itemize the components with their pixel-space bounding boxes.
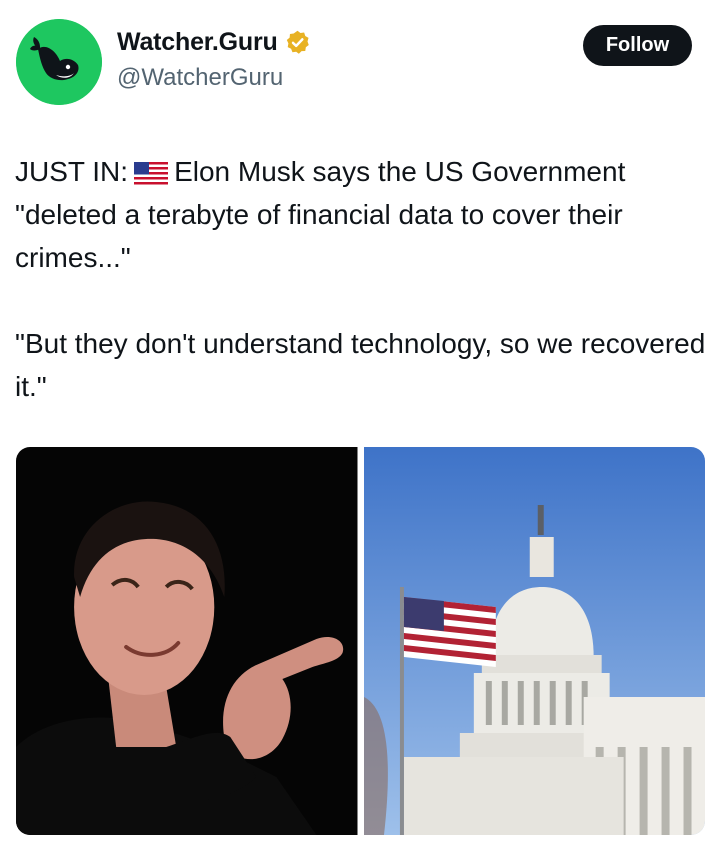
us-flag-icon <box>134 154 169 185</box>
author-handle[interactable]: @WatcherGuru <box>117 64 283 92</box>
author-display-name[interactable]: Watcher.Guru <box>117 28 278 57</box>
whale-logo-icon <box>16 19 102 105</box>
elon-musk-photo[interactable] <box>16 447 358 835</box>
tweet-paragraph-1: JUST IN: Elon Musk says the US Governmen… <box>15 150 715 279</box>
us-capitol-photo[interactable] <box>363 447 705 835</box>
avatar[interactable] <box>16 19 102 105</box>
follow-button[interactable]: Follow <box>583 25 692 66</box>
tweet-media-grid <box>16 447 705 835</box>
tweet-paragraph-2: "But they don't understand technology, s… <box>15 328 706 402</box>
tweet-prefix: JUST IN: <box>15 156 129 187</box>
verified-badge-icon <box>284 29 311 56</box>
author-name-row: Watcher.Guru <box>117 28 311 57</box>
tweet-header: Watcher.Guru @WatcherGuru Follow <box>0 0 720 120</box>
tweet-text: JUST IN: Elon Musk says the US Governmen… <box>15 150 715 408</box>
